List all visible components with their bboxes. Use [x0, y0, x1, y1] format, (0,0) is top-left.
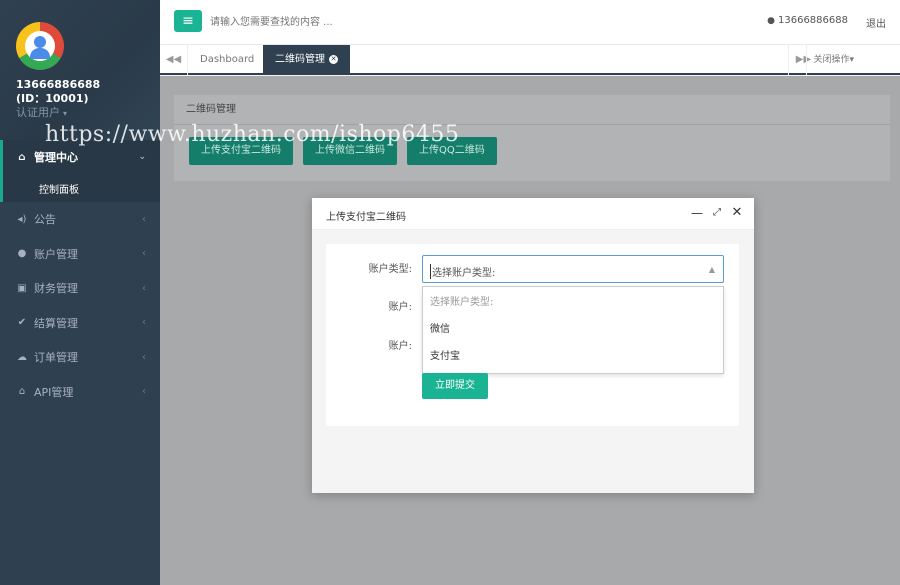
- user-name: 13666886688: [778, 15, 848, 26]
- modal-header: 上传支付宝二维码 — ⤢ ✕: [312, 198, 754, 230]
- close-icon[interactable]: ✕: [730, 206, 744, 220]
- logout-link[interactable]: 退出: [866, 15, 886, 30]
- account-label-2: 账户:: [388, 341, 412, 352]
- sidebar-item-account[interactable]: ● 账户管理 ‹: [0, 237, 160, 272]
- user-icon: ●: [767, 16, 775, 26]
- user-icon: ●: [17, 248, 27, 260]
- upload-qr-modal: 上传支付宝二维码 — ⤢ ✕ 账户类型: 选择账户类型: ▲ 账户: 账户: 选…: [312, 198, 754, 493]
- chevron-left-icon: ‹: [142, 248, 146, 260]
- qrcode-panel: 二维码管理 上传支付宝二维码 上传微信二维码 上传QQ二维码: [174, 95, 890, 181]
- panel-button-group: 上传支付宝二维码 上传微信二维码 上传QQ二维码: [174, 125, 890, 165]
- tab-label: 二维码管理: [275, 54, 325, 65]
- sidebar-item-label: 账户管理: [34, 247, 78, 261]
- sidebar-item-label: 管理中心: [34, 151, 78, 164]
- chevron-left-icon: ‹: [142, 317, 146, 329]
- dropdown-option-alipay[interactable]: 支付宝: [423, 343, 723, 370]
- account-type-select[interactable]: 选择账户类型: ▲: [422, 255, 724, 283]
- home-icon: ⌂: [18, 151, 26, 163]
- avatar-body-icon: [30, 48, 50, 59]
- upload-alipay-qr-button[interactable]: 上传支付宝二维码: [189, 137, 293, 165]
- chevron-left-icon: ‹: [142, 213, 146, 225]
- account-type-dropdown-list: 选择账户类型: 微信 支付宝: [422, 286, 724, 374]
- profile-role-dropdown[interactable]: 认证用户 ▾: [16, 106, 160, 121]
- profile-role-label: 认证用户: [16, 106, 60, 119]
- caret-down-icon: ▾: [849, 55, 854, 65]
- sidebar-item-management-center[interactable]: ⌂ 管理中心 ⌄: [3, 140, 160, 174]
- sidebar-item-settlement[interactable]: ✔ 结算管理 ‹: [0, 306, 160, 341]
- sidebar-item-label: 订单管理: [34, 351, 78, 365]
- sidebar-item-api[interactable]: ⌂ API管理 ‹: [0, 375, 160, 410]
- avatar[interactable]: [16, 22, 64, 70]
- chevron-left-icon: ‹: [142, 351, 146, 363]
- backward-icon: ◀◀: [165, 54, 182, 65]
- account-type-label: 账户类型:: [368, 264, 412, 275]
- sidebar-section-management: ⌂ 管理中心 ⌄ 控制面板: [0, 140, 160, 202]
- tabs-scroll-left-button[interactable]: ◀◀: [160, 45, 188, 75]
- search-input[interactable]: [210, 11, 590, 33]
- hamburger-icon: ≡: [182, 13, 194, 29]
- sidebar-menu: ◂) 公告 ‹ ● 账户管理 ‹ ▣ 财务管理 ‹ ✔ 结算管理 ‹ ☁ 订单管: [0, 202, 160, 409]
- chevron-left-icon: ‹: [142, 386, 146, 398]
- user-menu[interactable]: ● 13666886688: [767, 15, 848, 26]
- money-icon: ▣: [17, 282, 27, 294]
- volume-icon: ◂): [17, 213, 27, 225]
- close-tab-icon[interactable]: ✕: [329, 54, 338, 64]
- bank-icon: ⌂: [18, 386, 26, 398]
- sidebar-item-label: API管理: [34, 385, 74, 399]
- sidebar-item-label: 财务管理: [34, 282, 78, 296]
- sidebar-item-announcement[interactable]: ◂) 公告 ‹: [0, 202, 160, 237]
- cloud-upload-icon: ☁: [17, 351, 27, 363]
- sidebar-subitem-dashboard[interactable]: 控制面板: [3, 174, 160, 202]
- account-type-selected: 选择账户类型:: [430, 264, 495, 279]
- profile-card: 13666886688 (ID：10001) 认证用户 ▾: [0, 0, 160, 140]
- tab-qrcode-management[interactable]: 二维码管理 ✕: [263, 45, 350, 75]
- dropdown-option-wechat[interactable]: 微信: [423, 316, 723, 343]
- sidebar-item-label: 公告: [34, 213, 56, 227]
- sidebar: 13666886688 (ID：10001) 认证用户 ▾ ⌂ 管理中心 ⌄ 控制…: [0, 0, 160, 585]
- dropdown-option-placeholder[interactable]: 选择账户类型:: [423, 289, 723, 316]
- maximize-icon[interactable]: ⤢: [710, 206, 724, 220]
- tab-bar: ◀◀ Dashboard 二维码管理 ✕ ▶▶ 关闭操作▾: [160, 45, 900, 75]
- top-navbar: ≡ ●13666886688 退出: [160, 0, 900, 45]
- sidebar-item-finance[interactable]: ▣ 财务管理 ‹: [0, 271, 160, 306]
- upload-wechat-qr-button[interactable]: 上传微信二维码: [303, 137, 397, 165]
- submit-button[interactable]: 立即提交: [422, 373, 488, 399]
- avatar-head-icon: [34, 36, 46, 48]
- sidebar-item-label: 结算管理: [34, 316, 78, 330]
- tab-dashboard[interactable]: Dashboard: [188, 45, 266, 75]
- sidebar-item-orders[interactable]: ☁ 订单管理 ‹: [0, 340, 160, 375]
- modal-title: 上传支付宝二维码: [326, 212, 406, 223]
- upload-qq-qr-button[interactable]: 上传QQ二维码: [407, 137, 497, 165]
- caret-down-icon: ▾: [63, 109, 68, 118]
- check-icon: ✔: [17, 317, 27, 329]
- chevron-left-icon: ‹: [142, 282, 146, 294]
- profile-phone: 13666886688: [16, 78, 101, 91]
- chevron-down-icon: ⌄: [138, 152, 146, 162]
- modal-body: 账户类型: 选择账户类型: ▲ 账户: 账户: 选择账户类型: 微信 支付宝 立…: [312, 230, 754, 493]
- caret-up-icon: ▲: [708, 265, 715, 274]
- close-operations-dropdown[interactable]: 关闭操作▾: [806, 45, 860, 75]
- minimize-icon[interactable]: —: [690, 206, 704, 220]
- upload-form: 账户类型: 选择账户类型: ▲ 账户: 账户: 选择账户类型: 微信 支付宝 立…: [326, 244, 739, 426]
- close-ops-label: 关闭操作: [813, 55, 850, 65]
- app-window: 13666886688 (ID：10001) 认证用户 ▾ ⌂ 管理中心 ⌄ 控制…: [0, 0, 900, 585]
- panel-title: 二维码管理: [174, 95, 890, 125]
- menu-toggle-button[interactable]: ≡: [174, 10, 202, 32]
- profile-id: (ID：10001): [16, 92, 89, 105]
- account-label-1: 账户:: [388, 302, 412, 313]
